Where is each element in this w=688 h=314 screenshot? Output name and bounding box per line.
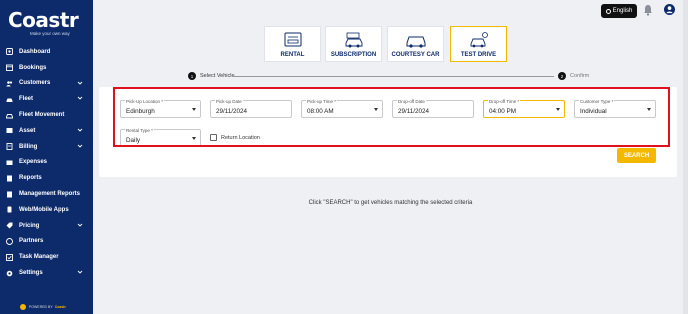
sidebar-item-label: Task Manager: [19, 254, 59, 261]
sidebar-item-fleet-movement[interactable]: Fleet Movement: [0, 107, 93, 123]
test-drive-icon: [470, 32, 488, 48]
step-select-vehicle: 1 Select Vehicle: [188, 72, 235, 80]
language-button[interactable]: English: [601, 4, 637, 18]
sidebar-item-label: Dashboard: [19, 48, 51, 55]
chevron-down-icon: [77, 270, 83, 274]
powered-logo-icon: [20, 304, 26, 310]
sidebar-item-bookings[interactable]: Bookings: [0, 60, 93, 76]
sidebar-item-label: Pricing: [19, 222, 40, 229]
language-label: English: [612, 8, 633, 14]
brand-name: Coastr: [8, 8, 79, 32]
sidebar-item-label: Settings: [19, 270, 43, 277]
sidebar-item-label: Asset: [19, 127, 36, 134]
sidebar-item-label: Customers: [19, 80, 51, 87]
sidebar-item-billing[interactable]: Billing: [0, 139, 93, 155]
step-label: Select Vehicle: [200, 73, 235, 79]
sidebar-item-expenses[interactable]: Expenses: [0, 155, 93, 171]
search-hint: Click "SEARCH" to get vehicles matching …: [308, 200, 473, 206]
pricing-icon: [6, 222, 13, 229]
powered-by: POWERED BY Coastr: [20, 304, 66, 310]
sidebar-item-fleet[interactable]: Fleet: [0, 91, 93, 107]
sidebar-item-label: Bookings: [19, 64, 47, 71]
task-manager-icon: [6, 253, 13, 261]
sidebar-item-partners[interactable]: Partners: [0, 234, 93, 250]
step-label: Confirm: [570, 73, 590, 79]
sidebar-item-label: Management Reports: [19, 191, 81, 198]
billing-icon: [6, 143, 13, 151]
sidebar-item-management-reports[interactable]: Management Reports: [0, 186, 93, 202]
expenses-icon: [6, 160, 13, 165]
gear-icon: [6, 270, 13, 276]
sidebar-item-label: Partners: [19, 238, 44, 245]
tab-label: TEST DRIVE: [460, 52, 497, 58]
sidebar-item-task-manager[interactable]: Task Manager: [0, 249, 93, 265]
highlight-box: [113, 87, 670, 147]
chevron-down-icon: [77, 223, 83, 227]
chevron-down-icon: [77, 128, 83, 132]
subscription-icon: [345, 32, 362, 48]
management-reports-icon: [7, 191, 12, 198]
stepper-line: [234, 76, 554, 77]
step-number: 1: [188, 72, 196, 80]
brand-logo[interactable]: Coastr Make your own way: [8, 10, 88, 36]
sidebar-item-label: Web/Mobile Apps: [19, 206, 69, 213]
tab-label: RENTAL: [280, 52, 305, 58]
sidebar-item-dashboard[interactable]: Dashboard: [0, 44, 93, 60]
dashboard-icon: [6, 48, 13, 56]
user-avatar-icon[interactable]: [664, 4, 675, 15]
bookings-icon: [6, 64, 13, 72]
search-button[interactable]: SEARCH: [617, 148, 656, 163]
bell-icon[interactable]: [643, 4, 653, 16]
apps-icon: [7, 206, 12, 213]
step-confirm: 2 Confirm: [558, 72, 589, 80]
chevron-down-icon: [77, 97, 83, 101]
sidebar-item-reports[interactable]: Reports: [0, 170, 93, 186]
tab-courtesy-car[interactable]: COURTESY CAR: [387, 26, 444, 62]
sidebar: Coastr Make your own way Dashboard Bookin…: [0, 0, 93, 314]
sidebar-item-web-mobile-apps[interactable]: Web/Mobile Apps: [0, 202, 93, 218]
tab-label: SUBSCRIPTION: [330, 52, 377, 58]
sidebar-item-label: Expenses: [19, 159, 48, 166]
partners-icon: [6, 238, 13, 245]
brand-tagline: Make your own way: [30, 31, 70, 36]
reports-icon: [7, 175, 12, 182]
tab-label: COURTESY CAR: [391, 52, 440, 58]
tab-test-drive[interactable]: TEST DRIVE: [450, 26, 507, 62]
sidebar-nav: Dashboard Bookings Customers Fleet Fleet Mov…: [0, 44, 93, 281]
sidebar-item-label: Reports: [19, 175, 42, 182]
powered-brand: Coastr: [54, 305, 66, 309]
car-icon: [6, 98, 13, 102]
rental-icon: [284, 32, 301, 47]
fleet-movement-icon: [6, 113, 13, 119]
powered-prefix: POWERED BY: [29, 305, 53, 309]
asset-icon: [6, 128, 13, 134]
tab-rental[interactable]: RENTAL: [264, 26, 321, 62]
sidebar-item-label: Billing: [19, 143, 38, 150]
chevron-down-icon: [77, 144, 83, 148]
sidebar-item-label: Fleet: [19, 96, 34, 103]
sidebar-item-label: Fleet Movement: [19, 112, 65, 119]
step-number: 2: [558, 72, 566, 80]
progress-stepper: 1 Select Vehicle 2 Confirm: [188, 72, 589, 82]
customers-icon: [6, 81, 13, 87]
sidebar-item-settings[interactable]: Settings: [0, 265, 93, 281]
tab-subscription[interactable]: SUBSCRIPTION: [325, 26, 382, 62]
sidebar-item-asset[interactable]: Asset: [0, 123, 93, 139]
sidebar-item-customers[interactable]: Customers: [0, 76, 93, 92]
language-indicator-icon: [605, 8, 611, 14]
scrollbar[interactable]: [683, 0, 688, 314]
courtesy-car-icon: [406, 36, 425, 48]
sidebar-item-pricing[interactable]: Pricing: [0, 218, 93, 234]
chevron-down-icon: [77, 81, 83, 85]
